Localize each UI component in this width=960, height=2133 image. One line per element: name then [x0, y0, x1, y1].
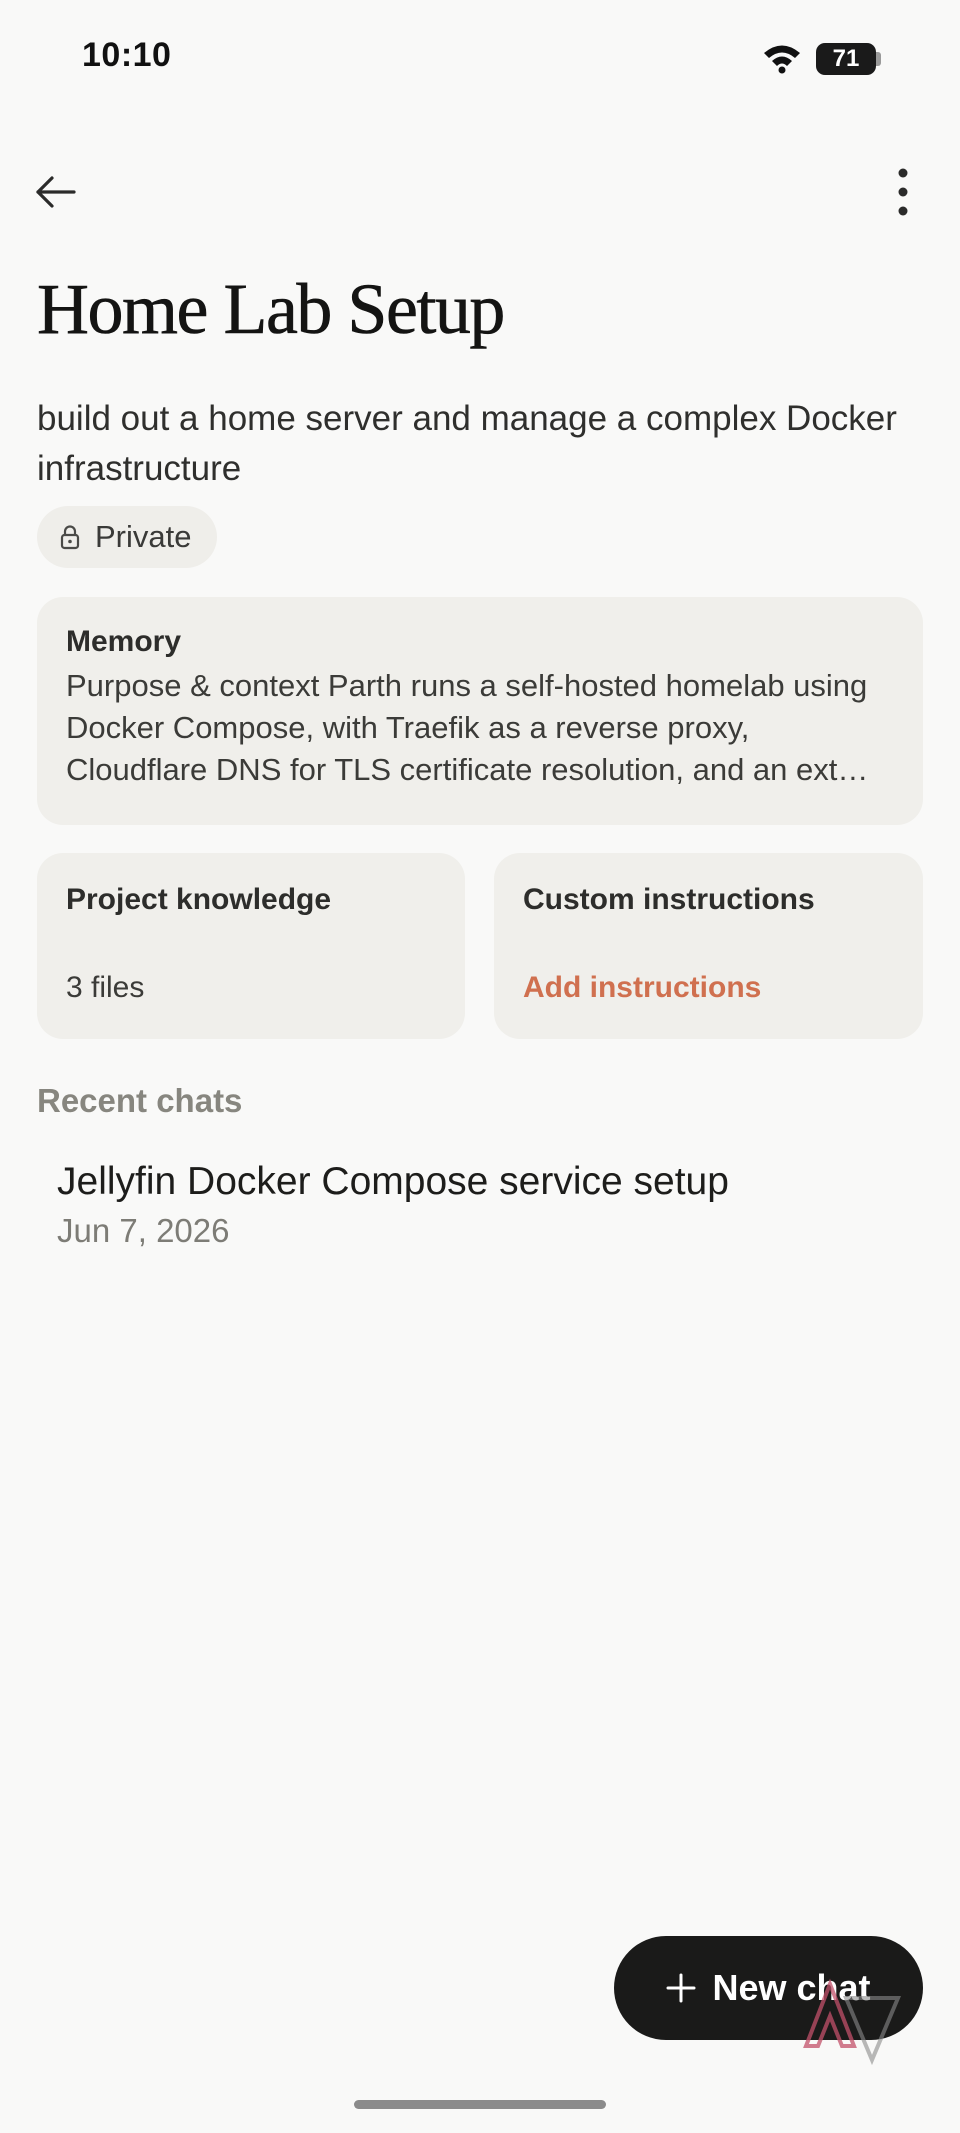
chat-date: Jun 7, 2026 [57, 1212, 230, 1249]
memory-summary: Purpose & context Parth runs a self-host… [66, 668, 869, 787]
project-knowledge-card[interactable]: Project knowledge 3 files [37, 853, 465, 1039]
wifi-icon [764, 45, 800, 74]
memory-heading: Memory [66, 625, 182, 658]
project-description: build out a home server and manage a com… [37, 399, 897, 488]
more-vertical-icon [898, 168, 908, 216]
memory-card[interactable]: Memory Purpose & context Parth runs a se… [37, 597, 923, 825]
visibility-badge: Private [37, 506, 217, 568]
project-screen: 10:10 71 Home Lab Setup build out a home… [0, 0, 960, 2133]
custom-instructions-heading: Custom instructions [523, 883, 815, 916]
back-button[interactable] [30, 166, 82, 218]
arrow-left-icon [36, 176, 76, 208]
project-knowledge-heading: Project knowledge [66, 883, 332, 916]
watermark-logo [803, 1978, 902, 2066]
plus-icon [666, 1973, 696, 2003]
status-time: 10:10 [82, 36, 172, 74]
more-options-button[interactable] [878, 164, 928, 220]
battery-indicator: 71 [816, 43, 876, 75]
custom-instructions-card[interactable]: Custom instructions Add instructions [494, 853, 923, 1039]
visibility-label: Private [95, 519, 192, 554]
add-instructions-link[interactable]: Add instructions [523, 971, 894, 1005]
battery-cap [876, 52, 881, 66]
recent-chat-item[interactable]: Jellyfin Docker Compose service setup Ju… [37, 1160, 923, 1280]
recent-chats-heading: Recent chats [37, 1082, 243, 1119]
home-indicator[interactable] [354, 2100, 606, 2109]
file-count: 3 files [66, 971, 145, 1004]
project-title: Home Lab Setup [37, 269, 506, 350]
lock-icon [60, 525, 80, 550]
chat-title: Jellyfin Docker Compose service setup [57, 1160, 729, 1203]
